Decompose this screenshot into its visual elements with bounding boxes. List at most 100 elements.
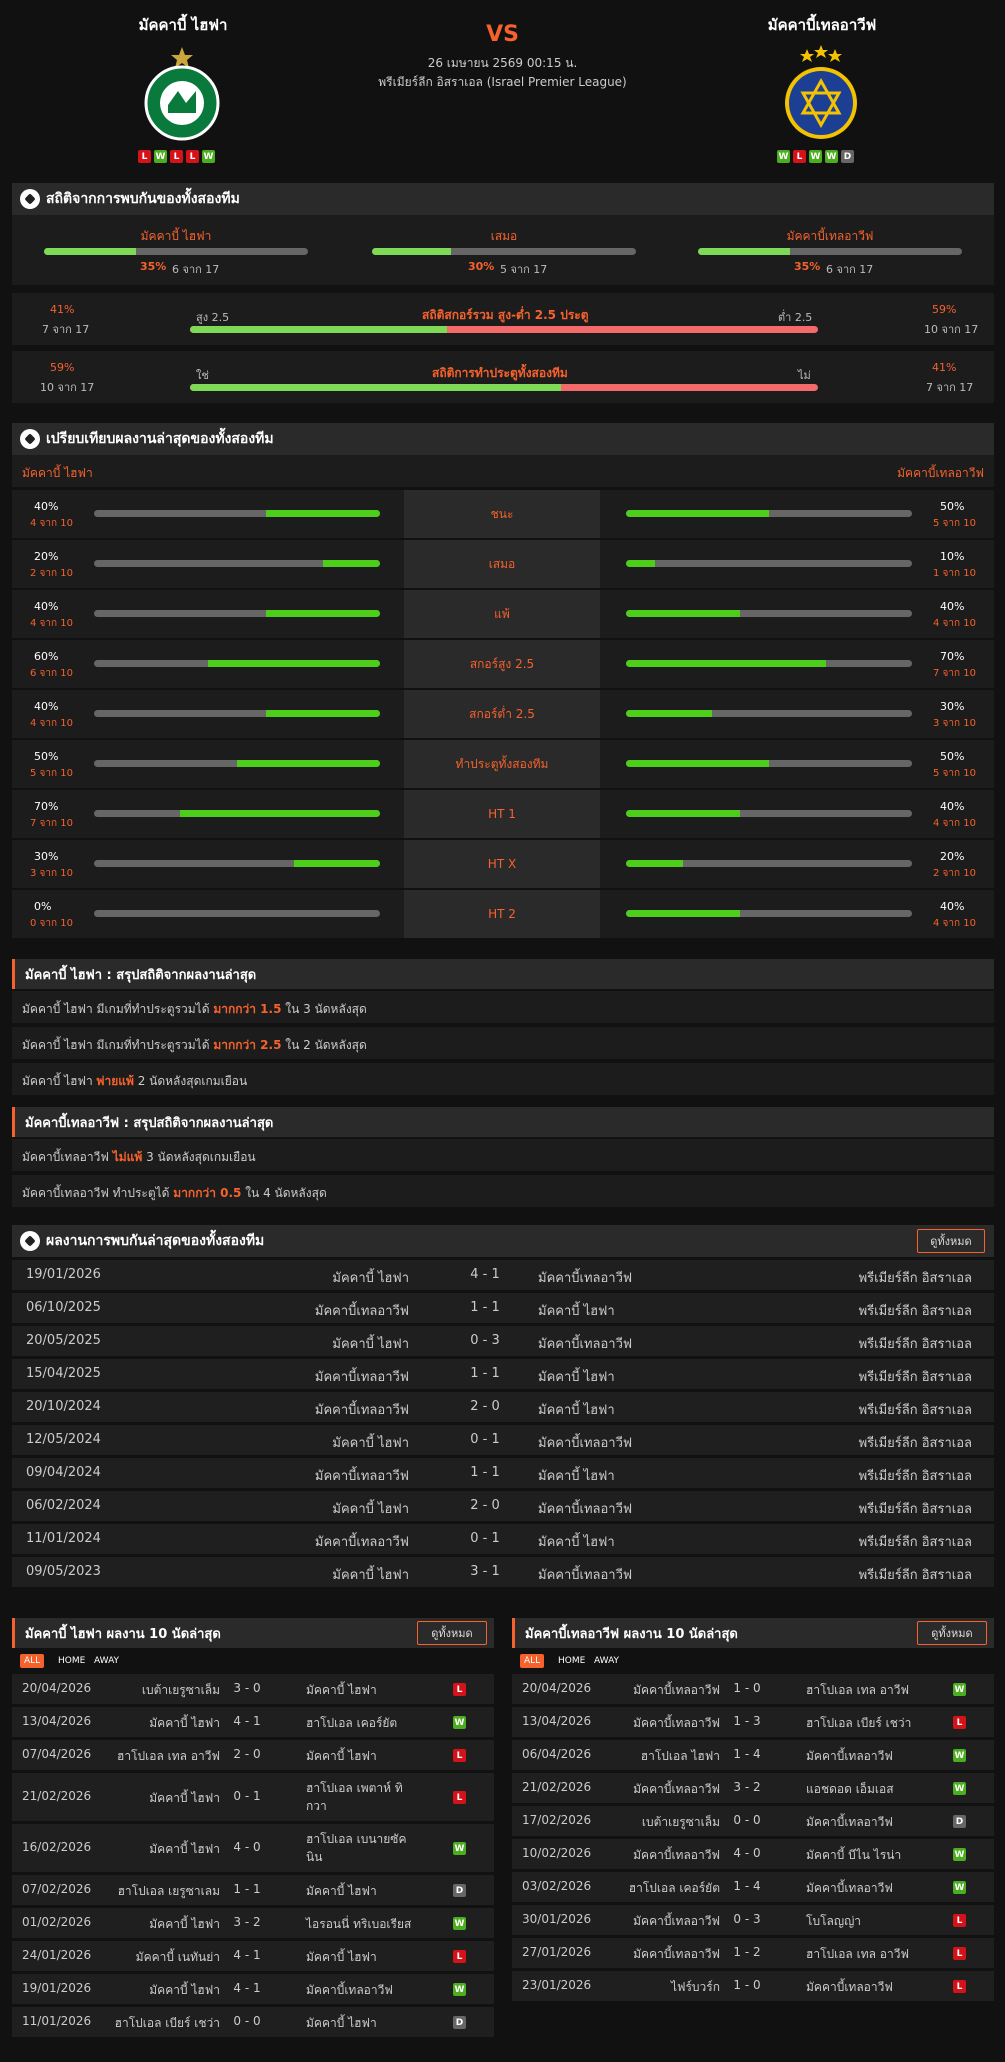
result-badge-L: L xyxy=(953,1947,966,1960)
ou-left-pct: 41% xyxy=(50,303,75,316)
h2h-result-row[interactable]: 06/02/2024 มัคคาบี้ ไฮฟา 2 - 0 มัคคาบี้เทลอ… xyxy=(12,1491,994,1521)
compare-home-bar-fill xyxy=(208,660,380,667)
h2h-result-row[interactable]: 19/01/2026 มัคคาบี้ ไฮฟา 4 - 1 มัคคาบี้เทลอ… xyxy=(12,1260,994,1290)
last10-row[interactable]: 07/02/2026 ฮาโปเอล เยรูซาเลม 1 - 1 มัคคาบี้… xyxy=(12,1875,494,1905)
compare-away-bar xyxy=(626,910,912,917)
last10-date: 06/04/2026 xyxy=(522,1747,592,1761)
tab-all[interactable]: ALL xyxy=(20,1654,45,1668)
tab-away[interactable]: AWAY xyxy=(90,1654,123,1668)
last10-row[interactable]: 20/04/2026 มัคคาบี้เทลอาวีฟ 1 - 0 ฮาโปเอล เ… xyxy=(512,1674,994,1704)
last10-row[interactable]: 24/01/2026 มัคคาบี้ เนทันย่า 4 - 1 มัคคาบี้… xyxy=(12,1941,494,1971)
last10-score: 3 - 2 xyxy=(233,1915,261,1929)
last10-away: มัคคาบี้เทลอาวีฟ xyxy=(306,1983,393,1997)
last10-away: มัคคาบี้ ไฮฟา xyxy=(306,1683,377,1697)
last10-row[interactable]: 27/01/2026 มัคคาบี้เทลอาวีฟ 1 - 2 ฮาโปเอล เ… xyxy=(512,1938,994,1968)
h2h-result-row[interactable]: 12/05/2024 มัคคาบี้ ไฮฟา 0 - 1 มัคคาบี้เทลอ… xyxy=(12,1425,994,1455)
result-badge-L: L xyxy=(953,1716,966,1729)
compare-home-bar xyxy=(94,860,380,867)
last10-row[interactable]: 11/01/2026 ฮาโปเอล เบียร์ เชว่า 0 - 0 มัคคา… xyxy=(12,2007,494,2037)
compare-label: สกอร์สูง 2.5 xyxy=(469,656,535,671)
compare-away-bar-fill xyxy=(626,810,741,817)
last10-row[interactable]: 20/04/2026 เบต้าเยรูซาเล็ม 3 - 0 มัคคาบี้ ไ… xyxy=(12,1674,494,1704)
last10-score: 0 - 0 xyxy=(733,1813,761,1827)
last10-away-view-all-button[interactable]: ดูทั้งหมด xyxy=(917,1621,987,1645)
compare-away-bar xyxy=(626,860,912,867)
h2h-result-row[interactable]: 09/04/2024 มัคคาบี้เทลอาวีฟ 1 - 1 มัคคาบี้ … xyxy=(12,1458,994,1488)
last10-date: 16/02/2026 xyxy=(22,1840,92,1854)
btts-yes-label: ใช่ xyxy=(196,369,209,382)
last10-row[interactable]: 03/02/2026 ฮาโปเอล เคอร์ยัต 1 - 4 มัคคาบี้เ… xyxy=(512,1872,994,1902)
last10-row[interactable]: 06/04/2026 ฮาโปเอล ไฮฟา 1 - 4 มัคคาบี้เทลอา… xyxy=(512,1740,994,1770)
last10-row[interactable]: 19/01/2026 มัคคาบี้ ไฮฟา 4 - 1 มัคคาบี้เทลอ… xyxy=(12,1974,494,2004)
summary-text-c: 2 นัดหลังสุดเกมเยือน xyxy=(133,1074,248,1088)
last10-row[interactable]: 07/04/2026 ฮาโปเอล เทล อาวีฟ 2 - 0 มัคคาบี้… xyxy=(12,1740,494,1770)
compare-label: ชนะ xyxy=(490,506,514,521)
compare-home-bar-fill xyxy=(237,760,380,767)
last10-away: ฮาโปเอล เคอร์ยัต xyxy=(306,1716,398,1730)
h2h-away: มัคคาบี้เทลอาวีฟ xyxy=(538,1271,633,1286)
over-under-panel: 41% 7 จาก 17 สูง 2.5 สถิติสกอร์รวม สูง-ต… xyxy=(12,293,994,345)
h2h-date: 12/05/2024 xyxy=(26,1432,101,1447)
last10-score: 1 - 3 xyxy=(733,1714,761,1728)
last10-row[interactable]: 21/02/2026 มัคคาบี้ ไฮฟา 0 - 1 ฮาโปเอล เพตา… xyxy=(12,1773,494,1821)
last10-row[interactable]: 01/02/2026 มัคคาบี้ ไฮฟา 3 - 2 ไอรอนนี่ ทริ… xyxy=(12,1908,494,1938)
h2h-date: 09/04/2024 xyxy=(26,1465,101,1480)
compare-away-pct: 40% xyxy=(940,800,965,813)
compare-home-count: 4 จาก 10 xyxy=(30,618,73,629)
compare-away-pct: 40% xyxy=(940,900,965,913)
last10-row[interactable]: 10/02/2026 มัคคาบี้เทลอาวีฟ 4 - 0 มัคคาบี้ … xyxy=(512,1839,994,1869)
h2h-result-row[interactable]: 20/05/2025 มัคคาบี้ ไฮฟา 0 - 3 มัคคาบี้เทลอ… xyxy=(12,1326,994,1356)
compare-away-pct: 70% xyxy=(940,650,965,663)
last10-home: มัคคาบี้ ไฮฟา xyxy=(149,1917,220,1931)
last10-row[interactable]: 16/02/2026 มัคคาบี้ ไฮฟา 4 - 0 ฮาโปเอล เบนา… xyxy=(12,1824,494,1872)
last10-row[interactable]: 30/01/2026 มัคคาบี้เทลอาวีฟ 0 - 3 โบโลญญ่า L xyxy=(512,1905,994,1935)
compare-label: ทำประตูทั้งสองทีม xyxy=(455,756,549,771)
last10-row[interactable]: 13/04/2026 มัคคาบี้เทลอาวีฟ 1 - 3 ฮาโปเอล เ… xyxy=(512,1707,994,1737)
compare-home-pct: 0% xyxy=(34,900,52,913)
result-badge-L: L xyxy=(453,1950,466,1963)
summary-highlight: มากกว่า 1.5 xyxy=(213,1002,282,1016)
tab-home[interactable]: HOME xyxy=(54,1654,89,1668)
summary-highlight: มากกว่า 2.5 xyxy=(213,1038,282,1052)
h2h-date: 06/02/2024 xyxy=(26,1498,101,1513)
h2h-result-row[interactable]: 15/04/2025 มัคคาบี้เทลอาวีฟ 1 - 1 มัคคาบี้ … xyxy=(12,1359,994,1389)
btts-left-pct: 59% xyxy=(50,361,75,374)
tab-home[interactable]: HOME xyxy=(554,1654,589,1668)
last10-date: 13/04/2026 xyxy=(522,1714,592,1728)
last10-score: 4 - 1 xyxy=(233,1948,261,1962)
compare-away-pct: 50% xyxy=(940,750,965,763)
summary-home-title: มัคคาบี้ ไฮฟา : สรุปสถิติจากผลงานล่าสุด xyxy=(25,967,257,983)
h2h-result-row[interactable]: 09/05/2023 มัคคาบี้ ไฮฟา 3 - 1 มัคคาบี้เทลอ… xyxy=(12,1557,994,1587)
h2h-home: มัคคาบี้ ไฮฟา xyxy=(332,1436,409,1451)
tab-away[interactable]: AWAY xyxy=(590,1654,623,1668)
compare-home-team: มัคคาบี้ ไฮฟา xyxy=(22,466,93,480)
summary-text-a: มัคคาบี้ ไฮฟา มีเกมที่ทำประตูรวมได้ xyxy=(22,1002,214,1016)
h2h-item-bar-fill xyxy=(698,248,791,255)
h2h-result-row[interactable]: 06/10/2025 มัคคาบี้เทลอาวีฟ 1 - 1 มัคคาบี้ … xyxy=(12,1293,994,1323)
last10-row[interactable]: 13/04/2026 มัคคาบี้ ไฮฟา 4 - 1 ฮาโปเอล เคอร… xyxy=(12,1707,494,1737)
ou-bar xyxy=(190,326,818,333)
soccer-ball-icon xyxy=(20,1231,40,1251)
last10-row[interactable]: 23/01/2026 ไฟร์บวร์ก 1 - 0 มัคคาบี้เทลอาวีฟ… xyxy=(512,1971,994,2001)
h2h-view-all-button[interactable]: ดูทั้งหมด xyxy=(917,1229,985,1253)
h2h-item-count: 6 จาก 17 xyxy=(172,263,220,276)
h2h-league: พรีเมียร์ลีก อิสราเอล xyxy=(858,1502,972,1517)
h2h-away: มัคคาบี้เทลอาวีฟ xyxy=(538,1502,633,1517)
last10-row[interactable]: 21/02/2026 มัคคาบี้เทลอาวีฟ 3 - 2 แอชดอด เอ… xyxy=(512,1773,994,1803)
last10-away: มัคคาบี้เทลอาวีฟ xyxy=(806,1881,893,1895)
h2h-result-row[interactable]: 11/01/2024 มัคคาบี้เทลอาวีฟ 0 - 1 มัคคาบี้ … xyxy=(12,1524,994,1554)
h2h-item-bar xyxy=(372,248,636,255)
h2h-result-row[interactable]: 20/10/2024 มัคคาบี้เทลอาวีฟ 2 - 0 มัคคาบี้ … xyxy=(12,1392,994,1422)
result-badge-W: W xyxy=(953,1749,966,1762)
last10-home-view-all-button[interactable]: ดูทั้งหมด xyxy=(417,1621,487,1645)
ou-title: สถิติสกอร์รวม สูง-ต่ำ 2.5 ประตู xyxy=(422,308,589,322)
form-badge-W: W xyxy=(809,150,822,163)
h2h-away: มัคคาบี้เทลอาวีฟ xyxy=(538,1436,633,1451)
compare-away-bar xyxy=(626,660,912,667)
h2h-item-count: 6 จาก 17 xyxy=(826,263,874,276)
compare-label: แพ้ xyxy=(494,606,510,621)
compare-home-pct: 40% xyxy=(34,700,59,713)
last10-row[interactable]: 17/02/2026 เบต้าเยรูซาเล็ม 0 - 0 มัคคาบี้เท… xyxy=(512,1806,994,1836)
tab-all[interactable]: ALL xyxy=(520,1654,545,1668)
away-team-name: มัคคาบี้เทลอาวีฟ xyxy=(767,16,877,34)
